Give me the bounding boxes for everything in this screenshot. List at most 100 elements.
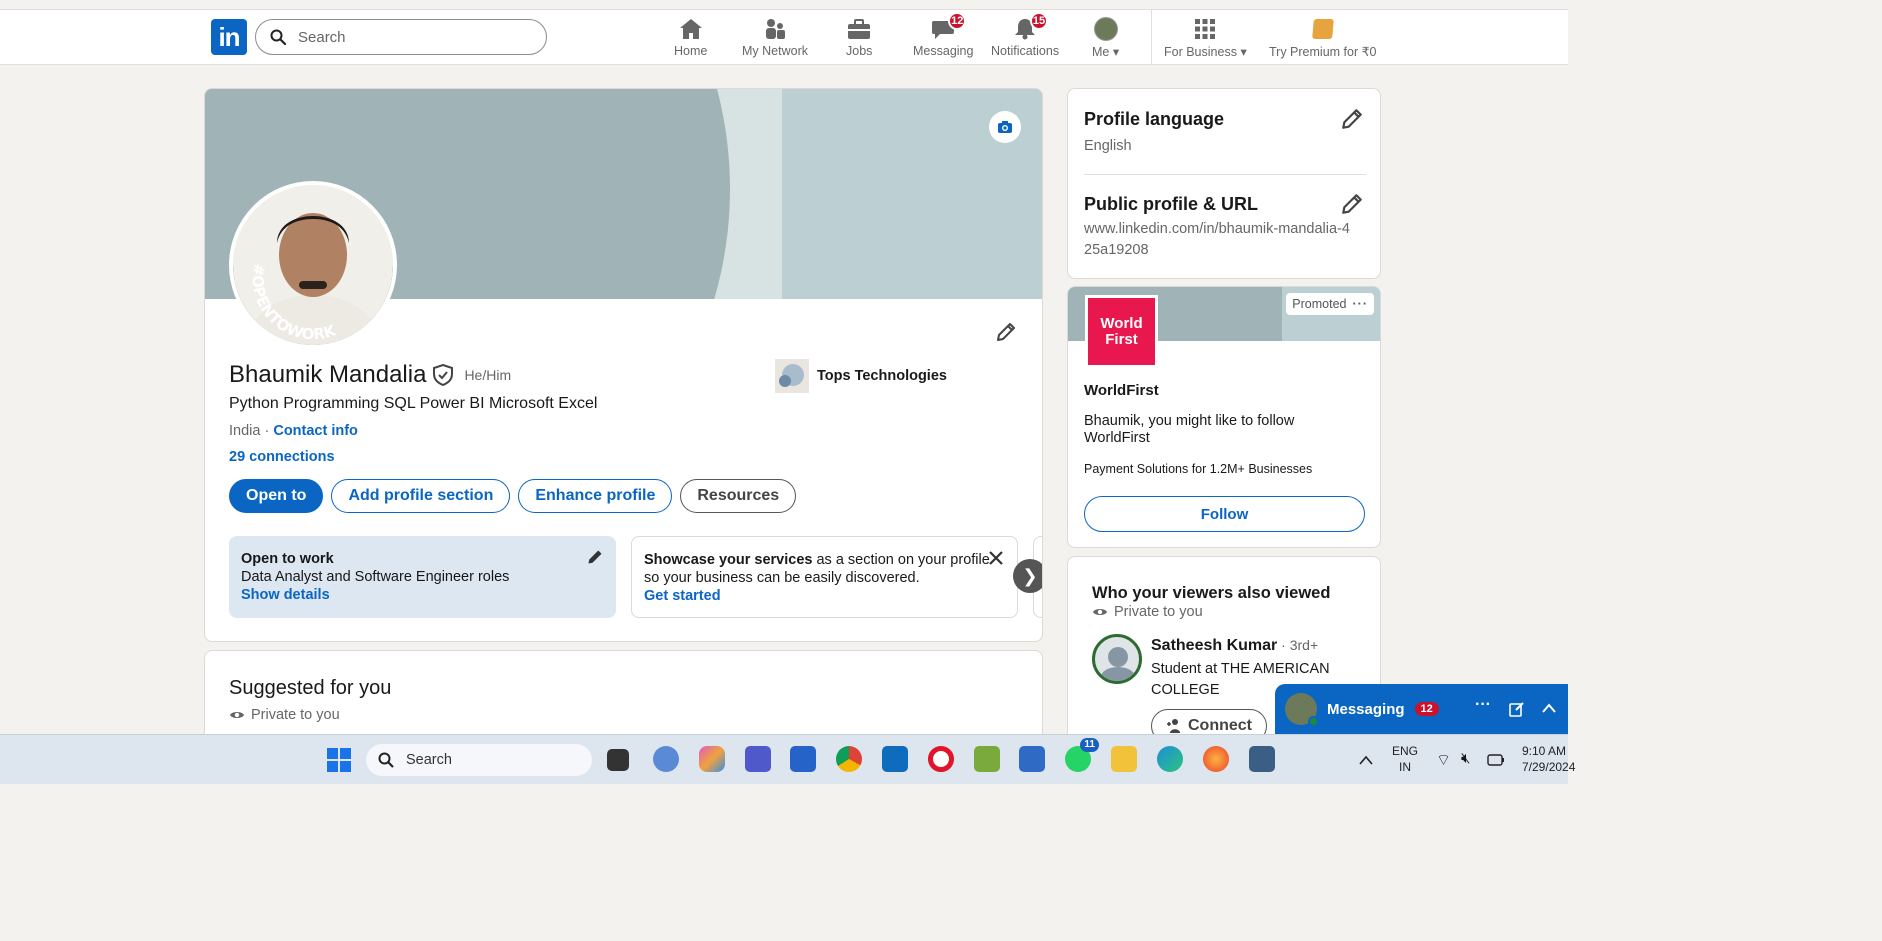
chevron-up-icon[interactable] <box>1359 755 1373 765</box>
grid-icon <box>1192 16 1218 42</box>
copilot-icon[interactable] <box>699 746 725 772</box>
show-details-link[interactable]: Show details <box>241 586 604 604</box>
current-company[interactable]: Tops Technologies <box>775 359 947 393</box>
edit-banner-button[interactable] <box>989 111 1021 143</box>
search-bar[interactable] <box>255 19 547 55</box>
top-strip <box>0 0 1568 10</box>
snipping-tool-icon[interactable] <box>1249 746 1275 772</box>
teams-icon[interactable] <box>745 746 771 772</box>
close-icon[interactable] <box>989 551 1003 565</box>
location: India <box>229 423 261 439</box>
chrome-icon[interactable] <box>836 746 862 772</box>
more-options-icon[interactable]: ··· <box>1475 696 1491 714</box>
linkedin-logo[interactable]: in <box>211 19 247 55</box>
nav-notifications[interactable]: 15 Notifications <box>991 12 1060 58</box>
contacts-icon[interactable] <box>1019 746 1045 772</box>
store-icon[interactable] <box>790 746 816 772</box>
speaker-muted-icon[interactable]: 🔇︎ <box>1461 750 1470 767</box>
taskbar-search[interactable]: Search <box>366 744 592 776</box>
task-view-icon[interactable] <box>607 749 629 771</box>
open-to-work-card[interactable]: Open to work Data Analyst and Software E… <box>229 536 616 618</box>
photos-icon[interactable] <box>974 746 1000 772</box>
get-started-link[interactable]: Get started <box>644 587 1005 605</box>
battery-icon[interactable] <box>1487 754 1505 766</box>
profile-language-section: Profile language English <box>1084 109 1224 157</box>
profile-actions: Open to Add profile section Enhance prof… <box>229 479 797 513</box>
pencil-icon[interactable] <box>586 548 604 566</box>
open-to-button[interactable]: Open to <box>229 479 324 513</box>
edit-url-pencil-icon[interactable] <box>1340 192 1364 216</box>
nav-jobs-label: Jobs <box>846 44 873 58</box>
profile-photo[interactable]: #OPENTOWORK <box>229 181 397 349</box>
verified-shield-icon[interactable] <box>432 364 454 386</box>
carousel-next-button[interactable]: ❯ <box>1013 559 1042 593</box>
ad-company-name[interactable]: WorldFirst <box>1084 382 1159 399</box>
follow-button[interactable]: Follow <box>1084 496 1365 532</box>
chevron-up-icon[interactable] <box>1541 702 1557 714</box>
worldfirst-logo[interactable]: World First <box>1085 295 1158 368</box>
home-icon <box>678 16 704 42</box>
eye-icon <box>230 712 244 718</box>
profile-name-row: Bhaumik Mandalia He/Him <box>229 361 511 389</box>
nav-home[interactable]: Home <box>674 16 707 58</box>
nav-premium[interactable]: Try Premium for ₹0 <box>1269 16 1377 59</box>
nav-home-label: Home <box>674 44 708 58</box>
nav-for-business[interactable]: For Business ▾ <box>1164 16 1247 59</box>
chevron-down-icon: ▾ <box>1240 45 1247 59</box>
nav-divider <box>1151 10 1152 65</box>
public-profile-url[interactable]: www.linkedin.com/in/bhaumik-mandalia-425… <box>1084 219 1354 261</box>
online-status-dot <box>1308 716 1319 727</box>
ad-message: Bhaumik, you might like to follow WorldF… <box>1084 413 1295 446</box>
edit-language-pencil-icon[interactable] <box>1340 107 1364 131</box>
viewer-name-row[interactable]: Satheesh Kumar · 3rd+ <box>1151 637 1318 655</box>
company-logo <box>775 359 809 393</box>
ad-card: Promoted ··· World First WorldFirst Bhau… <box>1067 286 1381 548</box>
edit-intro-button[interactable] <box>991 317 1021 347</box>
search-input[interactable] <box>298 28 518 46</box>
pronouns: He/Him <box>464 367 512 383</box>
promoted-label: Promoted ··· <box>1286 293 1374 315</box>
messaging-dock-badge: 12 <box>1414 702 1439 716</box>
otw-title: Open to work <box>241 551 334 567</box>
viewer-avatar[interactable] <box>1092 634 1142 684</box>
nav-notifications-label: Notifications <box>991 44 1060 58</box>
qb-app-icon[interactable] <box>653 746 679 772</box>
compose-icon[interactable] <box>1509 701 1525 717</box>
file-explorer-icon[interactable] <box>1111 746 1137 772</box>
nav-messaging[interactable]: 12 Messaging <box>913 12 973 58</box>
contact-info-link[interactable]: Contact info <box>273 423 358 439</box>
nav-me-label: Me ▾ <box>1092 45 1120 59</box>
public-profile-title: Public profile & URL <box>1084 194 1259 214</box>
windows-start-icon[interactable] <box>327 748 351 772</box>
opera-icon[interactable] <box>928 746 954 772</box>
resources-button[interactable]: Resources <box>680 479 797 513</box>
more-options-icon[interactable]: ··· <box>1353 297 1369 311</box>
windows-taskbar: Search 11 ENG IN ⌔ 🔇︎ 9:10 AM 7/29/2024 <box>0 734 1575 784</box>
nav-jobs[interactable]: Jobs <box>846 16 872 58</box>
add-profile-section-button[interactable]: Add profile section <box>331 479 511 513</box>
messaging-icon: 12 <box>930 12 967 42</box>
profile-language-title: Profile language <box>1084 109 1225 129</box>
nav-me[interactable]: Me ▾ <box>1092 16 1119 59</box>
messaging-dock-title: Messaging <box>1327 700 1405 718</box>
clock[interactable]: 9:10 AM 7/29/2024 <box>1522 743 1575 775</box>
nav-my-network[interactable]: My Network <box>742 16 808 58</box>
whatsapp-badge: 11 <box>1080 738 1099 752</box>
global-nav: in Home My Network Jobs 12 Messaging 15 … <box>0 10 1568 65</box>
search-icon <box>378 752 394 768</box>
outlook-icon[interactable] <box>882 746 908 772</box>
whatsapp-icon[interactable]: 11 <box>1065 738 1099 772</box>
language-indicator[interactable]: ENG IN <box>1392 743 1418 775</box>
connections-link[interactable]: 29 connections <box>229 449 335 465</box>
messaging-dock[interactable]: Messaging 12 ··· <box>1275 684 1568 734</box>
profile-card: #OPENTOWORK Bhaumik Mandalia He/Him Pyth… <box>204 88 1043 642</box>
pencil-icon <box>997 323 1015 341</box>
firefox-icon[interactable] <box>1203 746 1229 772</box>
eye-icon <box>1093 609 1107 615</box>
nav-for-business-label: For Business ▾ <box>1164 45 1247 59</box>
wifi-icon[interactable]: ⌔ <box>1436 750 1451 770</box>
viewers-privacy: Private to you <box>1092 604 1203 620</box>
edge-icon[interactable] <box>1157 746 1183 772</box>
network-icon <box>762 16 788 42</box>
enhance-profile-button[interactable]: Enhance profile <box>518 479 673 513</box>
